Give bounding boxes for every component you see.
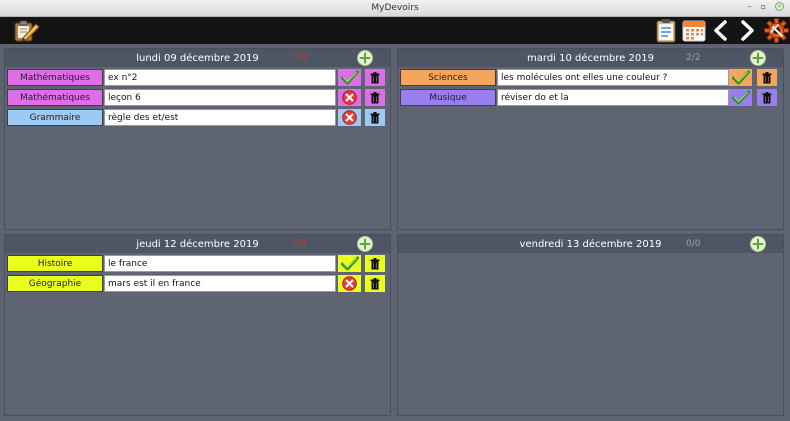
plus-icon [359, 238, 371, 250]
day-title: jeudi 12 décembre 2019 [136, 238, 259, 250]
subject-label[interactable]: Histoire [7, 255, 103, 272]
task-row: Mathématiques ex n°2 [7, 69, 388, 86]
subject-label[interactable]: Géographie [7, 275, 103, 292]
trash-icon[interactable] [757, 89, 777, 106]
task-row: Musique réviser do et la [400, 89, 781, 106]
subject-label[interactable]: Mathématiques [7, 89, 103, 106]
window-titlebar: MyDevoirs – ▫ ✕ [0, 0, 790, 17]
task-row: Géographie mars est il en france [7, 275, 388, 292]
done-count: 1/2 [293, 239, 308, 249]
not-done-x-icon[interactable] [338, 109, 361, 126]
subject-label[interactable]: Musique [400, 89, 496, 106]
task-text-field[interactable]: le france [104, 255, 336, 272]
subject-label[interactable]: Mathématiques [7, 69, 103, 86]
day-header: mardi 10 décembre 2019 2/2 [398, 49, 783, 67]
add-task-button[interactable] [357, 50, 373, 66]
trash-icon[interactable] [365, 89, 385, 106]
day-title: mardi 10 décembre 2019 [527, 52, 654, 64]
plus-icon [359, 52, 371, 64]
day-panel: mardi 10 décembre 2019 2/2 Sciences les mol… [397, 48, 784, 230]
task-text-field[interactable]: réviser do et la [497, 89, 729, 106]
done-count: 2/2 [686, 53, 701, 63]
chevron-left-icon[interactable] [712, 20, 730, 45]
subject-label[interactable]: Sciences [400, 69, 496, 86]
day-panel: jeudi 12 décembre 2019 1/2 Histoire le fran… [4, 234, 391, 416]
task-text-field[interactable]: les molécules ont elles une couleur ? [497, 69, 729, 86]
add-task-button[interactable] [750, 236, 766, 252]
done-check-icon[interactable] [338, 255, 361, 272]
task-row: Histoire le france [7, 255, 388, 272]
task-text-field[interactable]: mars est il en france [104, 275, 336, 292]
plus-icon [752, 52, 764, 64]
trash-icon[interactable] [365, 69, 385, 86]
task-text-field[interactable]: règle des et/est [104, 109, 336, 126]
chevron-right-icon[interactable] [738, 20, 756, 45]
window-title: MyDevoirs [371, 3, 419, 13]
done-check-icon[interactable] [729, 89, 752, 106]
maximize-button[interactable]: ▫ [761, 2, 766, 11]
add-task-button[interactable] [357, 236, 373, 252]
task-text-field[interactable]: ex n°2 [104, 69, 336, 86]
window-controls: – ▫ ✕ [748, 2, 784, 11]
not-done-x-icon[interactable] [338, 275, 361, 292]
done-count: 0/0 [686, 239, 701, 249]
task-row: Grammaire règle des et/est [7, 109, 388, 126]
subject-label[interactable]: Grammaire [7, 109, 103, 126]
day-panel: vendredi 13 décembre 2019 0/0 [397, 234, 784, 416]
clipboard-pencil-icon[interactable] [12, 18, 40, 47]
day-header: lundi 09 décembre 2019 1/3 [5, 49, 390, 67]
toolbar [0, 17, 790, 44]
day-title: lundi 09 décembre 2019 [136, 52, 259, 64]
done-check-icon[interactable] [729, 69, 752, 86]
task-text-field[interactable]: leçon 6 [104, 89, 336, 106]
trash-icon[interactable] [365, 255, 385, 272]
day-panel: lundi 09 décembre 2019 1/3 Mathématiques ex… [4, 48, 391, 230]
trash-icon[interactable] [365, 275, 385, 292]
day-title: vendredi 13 décembre 2019 [519, 238, 662, 250]
done-check-icon[interactable] [338, 69, 361, 86]
close-button[interactable]: ✕ [775, 2, 784, 11]
day-header: jeudi 12 décembre 2019 1/2 [5, 235, 390, 253]
task-row: Sciences les molécules ont elles une coul… [400, 69, 781, 86]
trash-icon[interactable] [365, 109, 385, 126]
clipboard-list-icon[interactable] [655, 18, 677, 47]
calendar-icon[interactable] [681, 18, 707, 47]
done-count: 1/3 [293, 53, 308, 63]
trash-icon[interactable] [757, 69, 777, 86]
minimize-button[interactable]: – [748, 2, 752, 11]
add-task-button[interactable] [750, 50, 766, 66]
plus-icon [752, 238, 764, 250]
day-header: vendredi 13 décembre 2019 0/0 [398, 235, 783, 253]
task-row: Mathématiques leçon 6 [7, 89, 388, 106]
gear-icon[interactable] [764, 18, 789, 47]
not-done-x-icon[interactable] [338, 89, 361, 106]
